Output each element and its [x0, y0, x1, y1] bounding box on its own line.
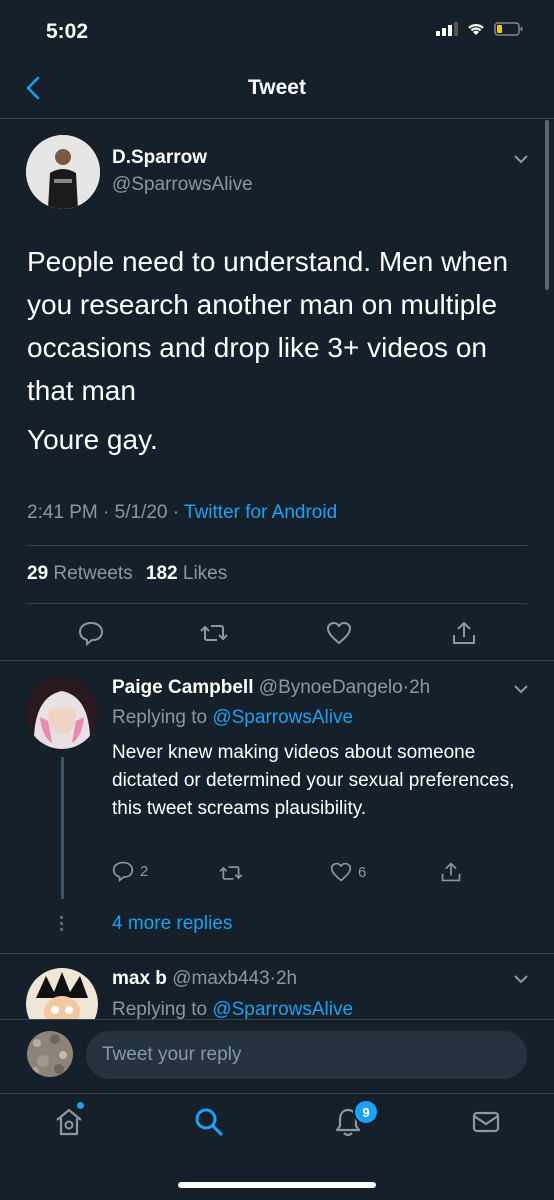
search-icon[interactable]: [193, 1106, 225, 1138]
reply-author-name[interactable]: max b: [112, 968, 167, 989]
like-count: 6: [358, 863, 367, 881]
reply-clip: max b @maxb443·2h Replying to @SparrowsA…: [0, 954, 554, 1019]
reply-age: 2h: [275, 968, 298, 989]
reply-header: Paige Campbell @BynoeDangelo·2h: [112, 677, 431, 698]
like-heart-icon: [330, 862, 352, 882]
tweet-date: 5/1/20: [114, 502, 168, 523]
notifications-badge-count: 9: [362, 1104, 370, 1120]
engagement-stats: 29 Retweets 182 Likes: [27, 563, 227, 585]
reply-count: 2: [140, 862, 149, 880]
replying-to: Replying to @SparrowsAlive: [112, 999, 353, 1019]
author-name[interactable]: D.Sparrow: [112, 147, 207, 169]
likes-count: 182: [145, 563, 178, 584]
retweets-label: Retweets: [53, 563, 133, 584]
messages-envelope-icon[interactable]: [470, 1106, 502, 1138]
home-unread-dot: [77, 1102, 84, 1109]
replying-to-handle-link[interactable]: @SparrowsAlive: [212, 999, 353, 1019]
scrollbar[interactable]: [545, 120, 549, 290]
reply-icon: [112, 861, 134, 882]
tweet-time: 2:41 PM: [27, 502, 98, 523]
tweet-paragraph: Youre gay.: [27, 424, 158, 455]
divider: [0, 1093, 554, 1094]
page-title: Tweet: [248, 76, 306, 99]
tweet-source-link[interactable]: Twitter for Android: [184, 502, 337, 523]
reply-action[interactable]: 2: [112, 860, 148, 882]
like-heart-icon[interactable]: [326, 620, 352, 646]
reply-thread-line: [61, 757, 64, 899]
status-icons: [436, 22, 524, 36]
author-handle[interactable]: @SparrowsAlive: [112, 174, 253, 196]
retweet-icon[interactable]: [218, 862, 244, 884]
wifi-icon: [468, 24, 484, 35]
more-replies-link[interactable]: 4 more replies: [112, 913, 232, 935]
divider: [0, 1019, 554, 1020]
divider: [0, 660, 554, 661]
status-time: 5:02: [46, 20, 89, 43]
reply-icon[interactable]: [78, 620, 104, 646]
replying-to-label: Replying to: [112, 999, 208, 1019]
more-dots-icon: [60, 916, 64, 931]
chevron-down-icon[interactable]: [512, 680, 530, 698]
likes-stat[interactable]: 182 Likes: [146, 563, 227, 584]
reply-avatar[interactable]: [26, 677, 98, 749]
signal-icon: [436, 22, 458, 36]
reply-header: max b @maxb443·2h: [112, 968, 298, 989]
composer-avatar[interactable]: [27, 1031, 73, 1077]
notifications-badge: 9: [353, 1099, 379, 1125]
chevron-down-icon[interactable]: [512, 970, 530, 988]
reply-avatar[interactable]: [26, 968, 98, 1019]
share-icon[interactable]: [451, 620, 477, 646]
battery-icon: [494, 22, 523, 36]
tweet-meta: 2:41 PM · 5/1/20 · Twitter for Android: [27, 502, 338, 523]
replying-to-handle-link[interactable]: @SparrowsAlive: [212, 707, 353, 728]
reply-body: Never knew making videos about someone d…: [112, 742, 515, 819]
reply-author-handle[interactable]: @BynoeDangelo: [259, 677, 403, 698]
reply-input[interactable]: Tweet your reply: [86, 1031, 527, 1079]
retweets-stat[interactable]: 29 Retweets: [27, 563, 138, 584]
retweets-count: 29: [27, 563, 49, 584]
home-indicator[interactable]: [178, 1182, 376, 1188]
retweet-icon[interactable]: [200, 620, 228, 646]
reply-author-handle[interactable]: @maxb443: [172, 968, 269, 989]
divider: [27, 603, 527, 604]
divider: [27, 545, 527, 546]
reply-input-placeholder: Tweet your reply: [102, 1044, 242, 1065]
home-icon[interactable]: [53, 1106, 85, 1138]
reply-author-name[interactable]: Paige Campbell: [112, 677, 254, 698]
like-action[interactable]: 6: [330, 861, 366, 883]
share-icon[interactable]: [440, 861, 462, 883]
replying-to-label: Replying to: [112, 707, 208, 728]
tweet-paragraph: People need to understand. Men when you …: [27, 246, 509, 406]
likes-label: Likes: [182, 563, 228, 584]
chevron-down-icon[interactable]: [512, 150, 530, 168]
reply-age: 2h: [409, 677, 431, 698]
tweet-body: People need to understand. Men when you …: [27, 240, 527, 461]
avatar[interactable]: [26, 135, 100, 209]
replying-to: Replying to @SparrowsAlive: [112, 707, 353, 729]
